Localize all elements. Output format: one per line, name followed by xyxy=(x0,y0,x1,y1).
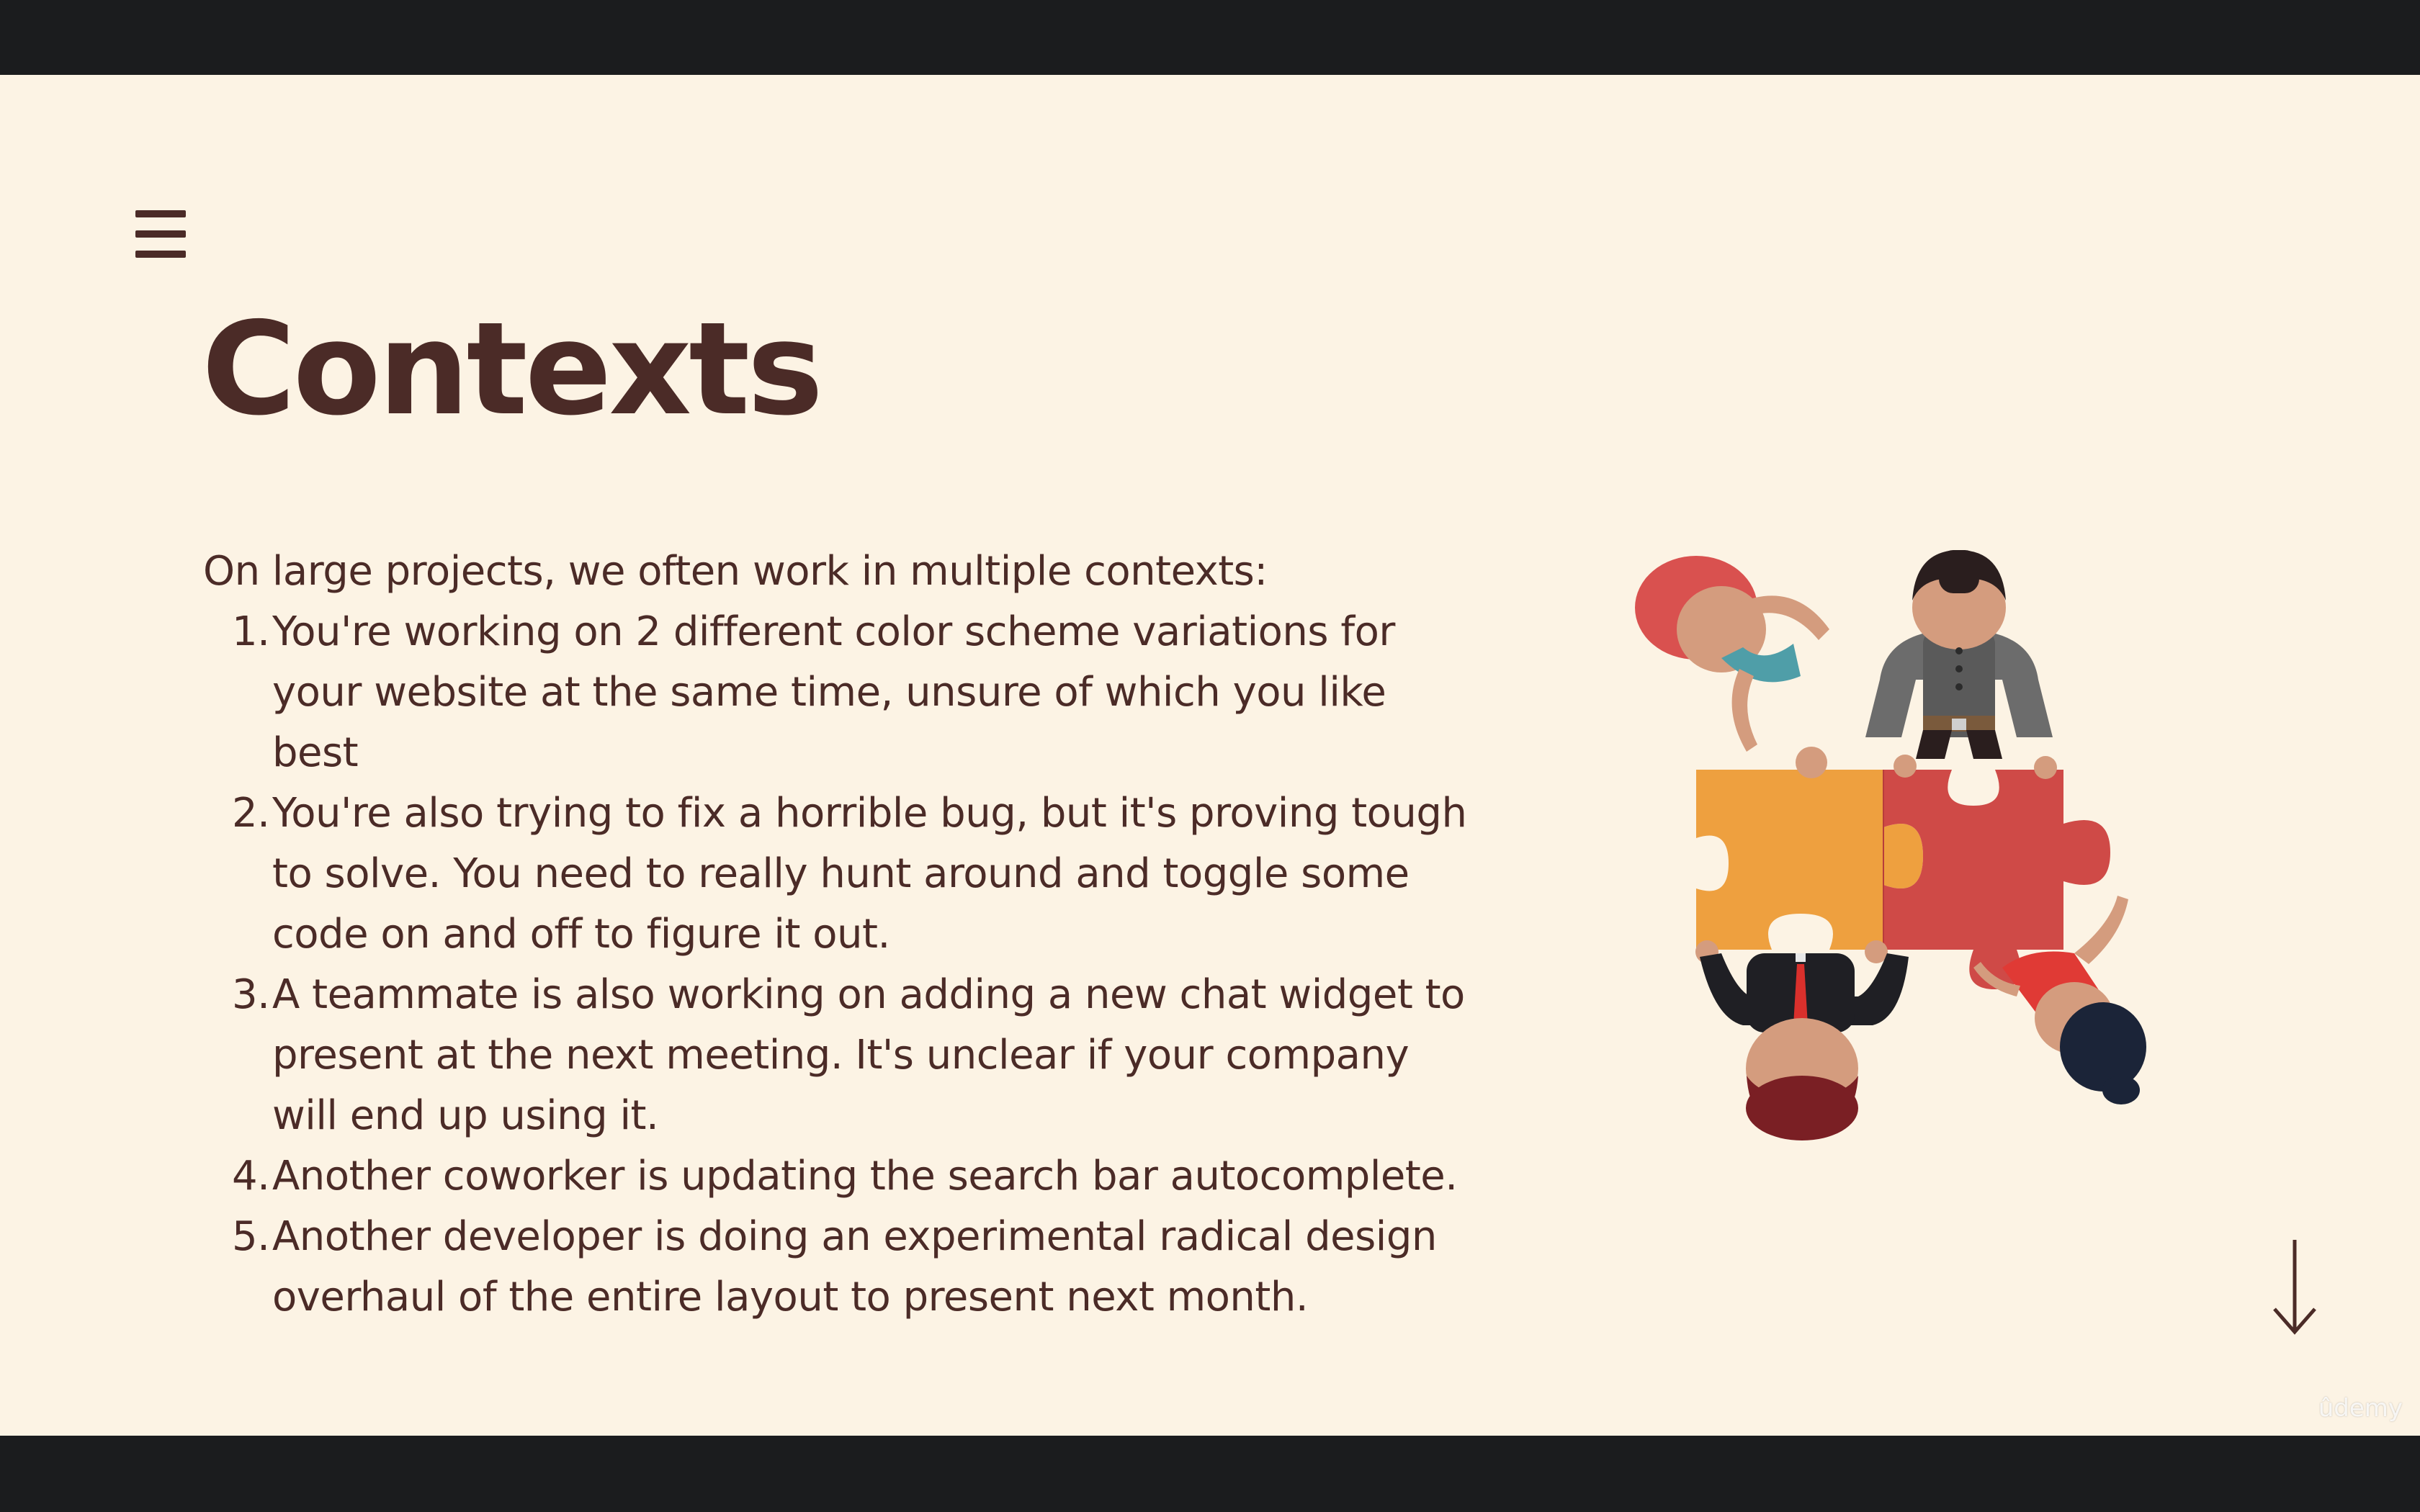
teamwork-puzzle-illustration xyxy=(1635,550,2146,1140)
video-letterbox-bottom xyxy=(0,1436,2420,1512)
intro-text: On large projects, we often work in mult… xyxy=(203,548,1268,595)
video-letterbox-top xyxy=(0,0,2420,75)
arrow-down-icon[interactable] xyxy=(2269,1237,2321,1338)
list-item: 5. Another developer is doing an experim… xyxy=(203,1207,1471,1328)
slide-body: On large projects, we often work in mult… xyxy=(203,541,1471,1328)
person-bottom-left xyxy=(1700,953,1909,1140)
list-item: 4. Another coworker is updating the sear… xyxy=(203,1146,1471,1207)
contexts-list: 1. You're working on 2 different color s… xyxy=(203,602,1471,1328)
hamburger-menu-icon[interactable] xyxy=(135,210,186,258)
person-top-left xyxy=(1635,556,1829,752)
list-text: You're also trying to fix a horrible bug… xyxy=(272,790,1467,958)
presentation-slide: Contexts On large projects, we often wor… xyxy=(0,75,2420,1436)
list-number: 1. xyxy=(232,608,270,655)
list-number: 3. xyxy=(232,971,270,1018)
list-number: 5. xyxy=(232,1213,270,1260)
list-text: You're working on 2 different color sche… xyxy=(272,608,1395,776)
list-number: 4. xyxy=(232,1153,270,1200)
list-item: 1. You're working on 2 different color s… xyxy=(203,602,1471,783)
udemy-watermark: ûdemy xyxy=(2318,1394,2403,1423)
slide-title: Contexts xyxy=(202,294,823,444)
list-text: A teammate is also working on adding a n… xyxy=(272,971,1465,1139)
list-item: 2. You're also trying to fix a horrible … xyxy=(203,783,1471,965)
list-item: 3. A teammate is also working on adding … xyxy=(203,965,1471,1146)
list-text: Another coworker is updating the search … xyxy=(272,1153,1458,1200)
list-text: Another developer is doing an experiment… xyxy=(272,1213,1437,1320)
list-number: 2. xyxy=(232,790,270,837)
person-top-right xyxy=(1865,550,2053,759)
